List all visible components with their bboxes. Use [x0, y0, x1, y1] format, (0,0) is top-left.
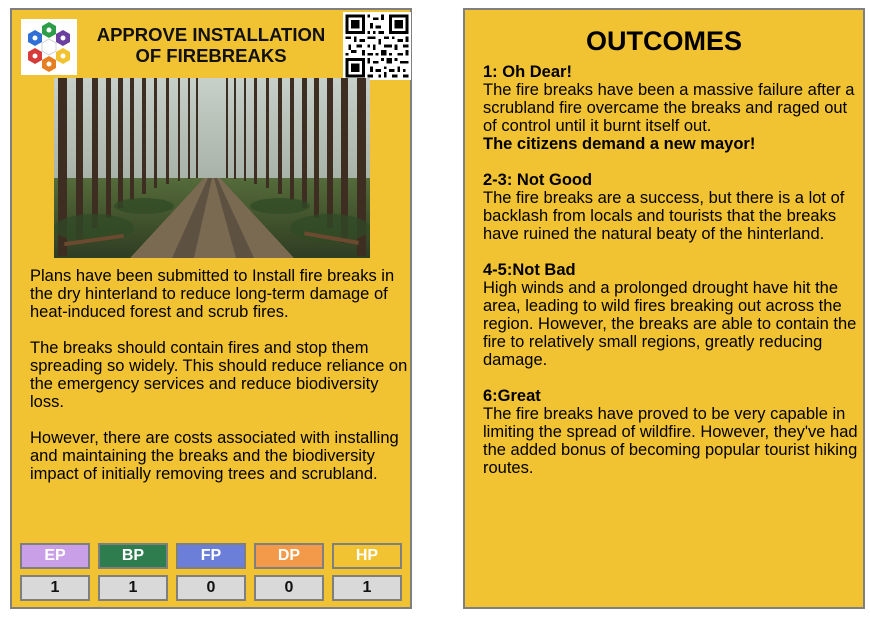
- outcome-item: 4-5:Not Bad High winds and a prolonged d…: [483, 261, 863, 369]
- outcome-heading: 4-5:Not Bad: [483, 261, 576, 279]
- description-paragraph: Plans have been submitted to Install fir…: [30, 267, 395, 321]
- stat-label-bp: BP: [98, 543, 168, 569]
- forest-firebreak-photo: [54, 78, 370, 258]
- outcome-emphasis: The citizens demand a new mayor!: [483, 135, 756, 153]
- outcome-body: The fire breaks have been a massive fail…: [483, 81, 855, 135]
- stat-label-ep: EP: [20, 543, 90, 569]
- outcome-item: 1: Oh Dear! The fire breaks have been a …: [483, 63, 863, 153]
- stat-value-dp: 0: [254, 575, 324, 601]
- stat-label-hp: HP: [332, 543, 402, 569]
- outcome-item: 6:Great The fire breaks have proved to b…: [483, 387, 863, 477]
- outcomes-list: 1: Oh Dear! The fire breaks have been a …: [483, 63, 863, 495]
- outcome-heading: 1: Oh Dear!: [483, 63, 572, 81]
- stat-value-hp: 1: [332, 575, 402, 601]
- qr-code-icon[interactable]: [343, 12, 411, 80]
- outcome-body: High winds and a prolonged drought have …: [483, 279, 857, 369]
- outcome-heading: 6:Great: [483, 387, 541, 405]
- outcome-body: The fire breaks have proved to be very c…: [483, 405, 858, 477]
- stat-value-ep: 1: [20, 575, 90, 601]
- outcome-item: 2-3: Not Good The fire breaks are a succ…: [483, 171, 863, 243]
- hexagon-logo-icon: [21, 19, 77, 75]
- policy-card: APPROVE INSTALLATION OF FIREBREAKS Plans…: [10, 8, 412, 609]
- card-description: Plans have been submitted to Install fir…: [30, 267, 410, 501]
- outcomes-card: OUTCOMES 1: Oh Dear! The fire breaks hav…: [463, 8, 865, 609]
- stat-label-dp: DP: [254, 543, 324, 569]
- stat-value-fp: 0: [176, 575, 246, 601]
- outcomes-title: OUTCOMES: [585, 26, 742, 56]
- outcome-body: The fire breaks are a success, but there…: [483, 189, 845, 243]
- outcome-heading: 2-3: Not Good: [483, 171, 593, 189]
- card-title: APPROVE INSTALLATION OF FIREBREAKS: [96, 24, 326, 66]
- description-paragraph: The breaks should contain fires and stop…: [30, 339, 408, 411]
- stat-value-bp: 1: [98, 575, 168, 601]
- description-paragraph: However, there are costs associated with…: [30, 429, 399, 483]
- stat-label-fp: FP: [176, 543, 246, 569]
